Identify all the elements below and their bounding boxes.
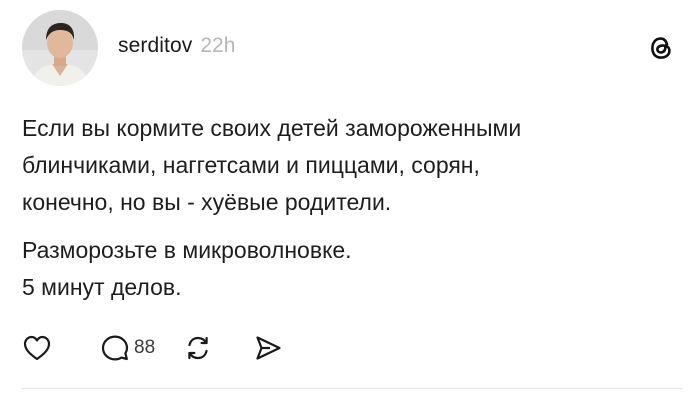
reply-button[interactable]: 88	[100, 333, 155, 363]
post-text-line: блинчиками, наггетсами и пиццами, сорян,	[22, 152, 480, 178]
repost-button[interactable]	[183, 333, 213, 363]
post-divider	[22, 388, 682, 389]
comment-bubble-icon	[100, 333, 130, 363]
repost-icon	[183, 333, 213, 363]
reply-count: 88	[134, 337, 156, 358]
like-button[interactable]	[22, 334, 52, 362]
share-button[interactable]	[253, 333, 283, 363]
avatar[interactable]	[22, 10, 98, 86]
post-paragraph-2: Разморозьте в микроволновке. 5 минут дел…	[22, 232, 682, 306]
post-text-line: 5 минут делов.	[22, 274, 182, 300]
post-timestamp: 22h	[200, 34, 236, 57]
heart-icon	[22, 334, 52, 362]
username[interactable]: serditov	[118, 33, 192, 59]
post-text-line: Разморозьте в микроволновке.	[22, 237, 352, 263]
post-text-line: конечно, но вы - хуёвые родители.	[22, 189, 392, 215]
post-header: serditov 22h	[118, 33, 235, 59]
send-icon	[253, 333, 283, 363]
post-text-line: Если вы кормите своих детей замороженным…	[22, 115, 522, 141]
post-body: Если вы кормите своих детей замороженным…	[22, 110, 682, 306]
threads-logo-icon[interactable]	[645, 32, 677, 64]
post-actions: 88	[22, 330, 283, 366]
post-paragraph-1: Если вы кормите своих детей замороженным…	[22, 110, 682, 221]
